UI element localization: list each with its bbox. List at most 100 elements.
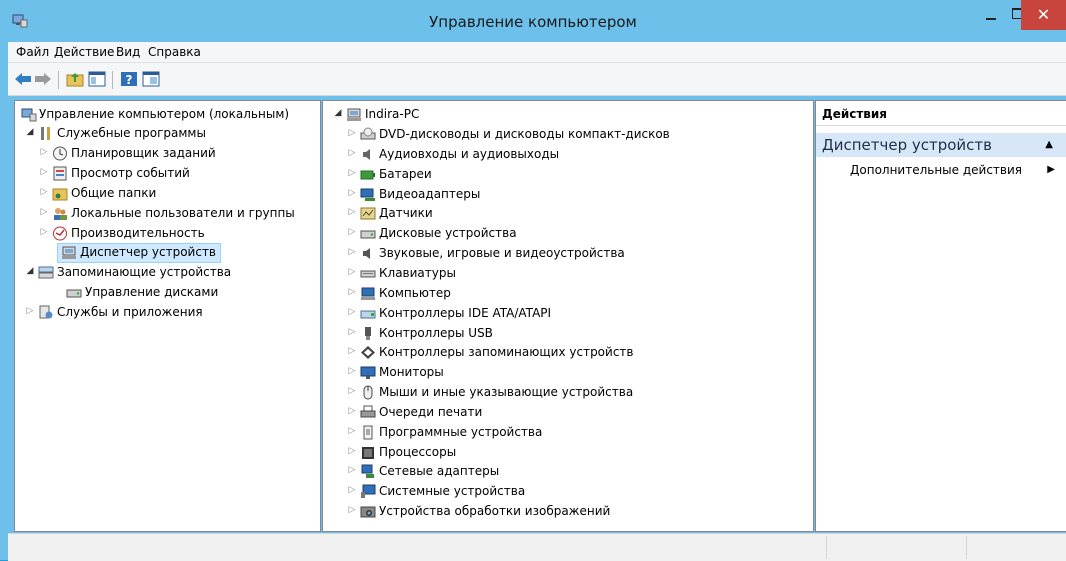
device-tree[interactable]: ◢ Indira-PC ▷ DVD-дисководы и дисководы к… <box>322 100 814 532</box>
expand-arrow-icon[interactable]: ▷ <box>39 147 49 157</box>
tree-item-device-manager[interactable]: Диспетчер устройств <box>57 243 221 263</box>
device-category-item[interactable]: ▷ Контроллеры USB <box>323 324 813 343</box>
tree-item-local-users[interactable]: ▷ Локальные пользователи и группы <box>15 204 320 223</box>
expand-arrow-icon[interactable]: ▷ <box>39 207 49 217</box>
expand-arrow-icon[interactable]: ▷ <box>347 227 357 237</box>
device-category-item[interactable]: ▷ Мыши и иные указывающие устройства <box>323 383 813 402</box>
expand-arrow-icon[interactable]: ▷ <box>347 267 357 277</box>
expand-arrow-icon[interactable]: ▷ <box>347 188 357 198</box>
collapse-arrow-icon[interactable]: ◢ <box>333 108 343 118</box>
collapse-caret-icon[interactable]: ▲ <box>1045 139 1053 150</box>
collapse-arrow-icon[interactable]: ◢ <box>25 266 35 276</box>
title-bar[interactable]: Управление компьютером ✕ <box>0 0 1066 42</box>
menu-bar: Файл Действие Вид Справка <box>8 42 1066 63</box>
device-category-item[interactable]: ▷ Компьютер <box>323 284 813 303</box>
expand-arrow-icon[interactable]: ▷ <box>347 406 357 416</box>
action-more-actions[interactable]: Дополнительные действия ▶ <box>816 161 1066 180</box>
toolbar-separator <box>112 71 113 89</box>
navigation-tree[interactable]: Управление компьютером (локальным) ◢ Слу… <box>14 100 321 532</box>
menu-action[interactable]: Действие <box>54 45 114 59</box>
tree-item-label: Планировщик заданий <box>71 146 216 160</box>
computer-management-icon <box>21 108 37 122</box>
mouse-icon <box>363 385 373 400</box>
up-folder-icon[interactable] <box>66 71 84 87</box>
actions-section-device-manager[interactable]: Диспетчер устройств ▲ <box>816 133 1066 157</box>
help-icon[interactable]: ? <box>120 71 138 87</box>
speaker-icon <box>363 148 370 160</box>
menu-view[interactable]: Вид <box>116 45 140 59</box>
sensor-icon <box>360 207 376 220</box>
expand-arrow-icon[interactable]: ▷ <box>39 227 49 237</box>
expand-arrow-icon[interactable]: ▷ <box>347 148 357 158</box>
device-category-item[interactable]: ▷ Системные устройства <box>323 482 813 501</box>
back-arrow-icon[interactable] <box>14 71 32 87</box>
collapse-arrow-icon[interactable]: ◢ <box>25 127 35 137</box>
expand-arrow-icon[interactable]: ▷ <box>347 366 357 376</box>
device-category-item[interactable]: ▷ Аудиовходы и аудиовыходы <box>323 145 813 164</box>
device-category-label: Мыши и иные указывающие устройства <box>379 385 634 400</box>
status-segment <box>826 536 967 559</box>
close-button[interactable]: ✕ <box>1021 0 1066 30</box>
expand-arrow-icon[interactable]: ▷ <box>347 465 357 475</box>
device-category-item[interactable]: ▷ Контроллеры IDE ATA/ATAPI <box>323 304 813 323</box>
device-category-item[interactable]: ▷ Звуковые, игровые и видеоустройства <box>323 244 813 263</box>
tree-item-event-viewer[interactable]: ▷ Просмотр событий <box>15 164 320 183</box>
expand-arrow-icon[interactable]: ▷ <box>39 167 49 177</box>
expand-arrow-icon[interactable]: ▷ <box>347 426 357 436</box>
device-category-item[interactable]: ▷ Очереди печати <box>323 403 813 422</box>
device-category-item[interactable]: ▷ Устройства обработки изображений <box>323 502 813 521</box>
expand-arrow-icon[interactable]: ▷ <box>347 446 357 456</box>
tree-item-system-tools[interactable]: ◢ Служебные программы <box>15 124 320 143</box>
expand-arrow-icon[interactable]: ▷ <box>347 247 357 257</box>
tree-item-storage[interactable]: ◢ Запоминающие устройства <box>15 263 320 282</box>
expand-arrow-icon[interactable]: ▷ <box>347 207 357 217</box>
expand-arrow-icon[interactable]: ▷ <box>25 306 35 316</box>
expand-arrow-icon[interactable]: ▷ <box>39 187 49 197</box>
device-category-item[interactable]: ▷ Сетевые адаптеры <box>323 462 813 481</box>
device-category-item[interactable]: ▷ DVD-дисководы и дисководы компакт-диско… <box>323 125 813 144</box>
submenu-arrow-icon: ▶ <box>1047 164 1055 175</box>
expand-arrow-icon[interactable]: ▷ <box>347 128 357 138</box>
toolbar-separator <box>58 71 59 89</box>
device-category-item[interactable]: ▷ Программные устройства <box>323 423 813 442</box>
forward-arrow-icon[interactable] <box>34 71 52 87</box>
tree-item-performance[interactable]: ▷ Производительность <box>15 224 320 243</box>
tree-item-disk-management[interactable]: Управление дисками <box>15 283 320 302</box>
tree-item-label: Просмотр событий <box>71 166 190 180</box>
device-category-label: Датчики <box>379 206 433 221</box>
disk-management-icon <box>66 289 82 298</box>
tree-item-task-scheduler[interactable]: ▷ Планировщик заданий <box>15 144 320 163</box>
show-hide-tree-icon[interactable] <box>88 71 106 87</box>
device-root[interactable]: ◢ Indira-PC <box>323 105 813 124</box>
expand-arrow-icon[interactable]: ▷ <box>347 346 357 356</box>
tools-icon <box>41 127 50 140</box>
expand-arrow-icon[interactable]: ▷ <box>347 307 357 317</box>
menu-file[interactable]: Файл <box>16 45 49 59</box>
device-root-label: Indira-PC <box>365 107 420 121</box>
device-category-label: Мониторы <box>379 365 444 380</box>
tree-item-services[interactable]: ▷ Службы и приложения <box>15 303 320 322</box>
device-category-item[interactable]: ▷ Дисковые устройства <box>323 224 813 243</box>
device-category-item[interactable]: ▷ Датчики <box>323 204 813 223</box>
expand-arrow-icon[interactable]: ▷ <box>347 505 357 515</box>
expand-arrow-icon[interactable]: ▷ <box>347 485 357 495</box>
minimize-button[interactable] <box>977 0 1005 30</box>
expand-arrow-icon[interactable]: ▷ <box>347 287 357 297</box>
device-category-item[interactable]: ▷ Батареи <box>323 165 813 184</box>
device-category-item[interactable]: ▷ Видеоадаптеры <box>323 185 813 204</box>
device-category-item[interactable]: ▷ Процессоры <box>323 443 813 462</box>
expand-arrow-icon[interactable]: ▷ <box>347 386 357 396</box>
device-category-item[interactable]: ▷ Мониторы <box>323 363 813 382</box>
device-category-item[interactable]: ▷ Клавиатуры <box>323 264 813 283</box>
ide-controller-icon <box>360 310 376 319</box>
expand-arrow-icon[interactable]: ▷ <box>347 168 357 178</box>
expand-arrow-icon[interactable]: ▷ <box>347 327 357 337</box>
system-device-icon <box>361 484 376 499</box>
device-category-item[interactable]: ▷ Контроллеры запоминающих устройств <box>323 343 813 362</box>
device-category-label: Аудиовходы и аудиовыходы <box>379 146 560 161</box>
tree-item-shared-folders[interactable]: ▷ Общие папки <box>15 184 320 203</box>
properties-icon[interactable] <box>142 71 160 87</box>
device-category-label: Системные устройства <box>379 484 526 499</box>
tree-item-computer-management[interactable]: Управление компьютером (локальным) <box>15 105 320 124</box>
menu-help[interactable]: Справка <box>148 45 201 59</box>
